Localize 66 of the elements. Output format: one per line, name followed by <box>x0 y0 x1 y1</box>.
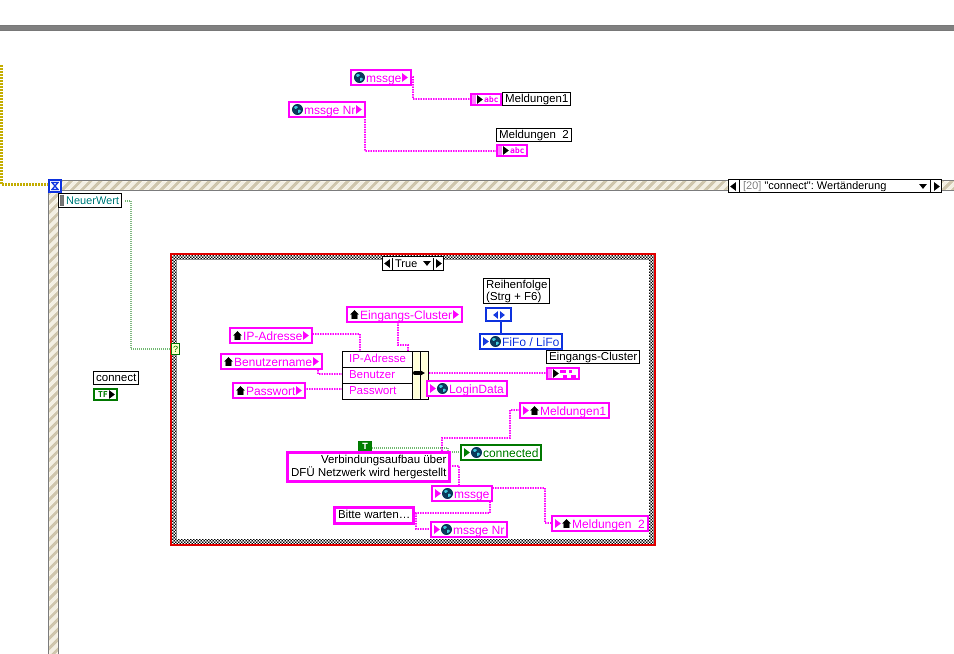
arrow-icon <box>296 386 302 395</box>
control-label: connect <box>93 371 140 385</box>
increment-arrows-icon <box>492 310 506 318</box>
string-constant: Bitte warten… <box>333 506 416 525</box>
indicator-label: Meldungen1 <box>502 92 572 106</box>
arrow-icon <box>464 448 470 457</box>
variable-name: Meldungen1 <box>540 404 606 418</box>
arrow-icon <box>483 337 489 346</box>
arrow-icon <box>303 331 310 340</box>
arrow-icon <box>435 489 441 498</box>
arrow-icon <box>453 310 460 319</box>
variable-name: mssge <box>366 70 402 84</box>
house-icon <box>530 406 539 415</box>
string-constant: Verbindungsaufbau über DFÜ Netzwerk wird hergestellt <box>286 451 452 483</box>
variable-name: mssge <box>454 486 490 500</box>
house-icon <box>562 519 571 528</box>
variable-name: Benutzername <box>234 354 312 368</box>
variable-name: connected <box>483 446 538 460</box>
bundle-element: Passwort <box>348 384 398 399</box>
event-data-name: NeuerWert <box>66 194 120 206</box>
variable-name: IP-Adresse <box>243 328 302 342</box>
globe-icon <box>437 383 448 394</box>
case-selector[interactable]: True <box>382 256 444 271</box>
house-icon <box>236 386 245 395</box>
next-icon <box>436 259 442 268</box>
arrow-icon <box>402 73 408 82</box>
globe-icon <box>490 336 501 347</box>
indicator-label: Meldungen 2 <box>496 128 572 142</box>
variable-name: Passwort <box>246 384 296 398</box>
dropdown-icon <box>423 261 431 266</box>
selector-terminal: ? <box>171 343 180 355</box>
boolean-constant: T <box>358 441 372 451</box>
arrow-icon <box>553 369 559 378</box>
arrow-icon <box>108 390 115 399</box>
variable-name: Eingangs-Cluster <box>360 308 452 322</box>
indicator-terminal: abc <box>470 93 502 106</box>
globe-icon <box>441 524 452 535</box>
arrow-icon <box>523 406 529 415</box>
next-icon <box>934 182 940 190</box>
globe-icon <box>292 104 303 115</box>
previous-icon <box>730 182 736 190</box>
cluster-icon <box>560 370 576 378</box>
variable-name: Meldungen 2 <box>572 516 645 530</box>
house-icon <box>233 331 242 340</box>
arrow-icon <box>477 95 483 104</box>
house-icon <box>350 310 359 319</box>
globe-icon <box>442 488 453 499</box>
variable-name: mssge Nr <box>453 522 504 536</box>
arrow-icon <box>434 525 440 534</box>
arrow-icon <box>503 146 509 155</box>
indicator-terminal: abc <box>496 144 528 157</box>
arrow-icon <box>356 105 362 114</box>
control-terminal: TF <box>93 388 118 401</box>
variable-name: LoginData <box>449 382 504 396</box>
previous-icon <box>384 259 390 268</box>
variable-name: FiFo / LiFo <box>502 334 560 348</box>
event-selector[interactable]: [20] "connect": Wertänderung <box>728 179 942 193</box>
arrow-icon <box>430 384 436 393</box>
indicator-label: Eingangs-Cluster <box>546 350 640 364</box>
globe-icon <box>471 447 482 458</box>
free-label: Reihenfolge (Strg + F6) <box>483 278 550 304</box>
house-icon <box>224 357 233 366</box>
arrow-icon <box>555 519 561 528</box>
globe-icon <box>354 72 365 83</box>
variable-name: mssge Nr <box>304 102 356 116</box>
arrow-icon <box>313 357 320 366</box>
